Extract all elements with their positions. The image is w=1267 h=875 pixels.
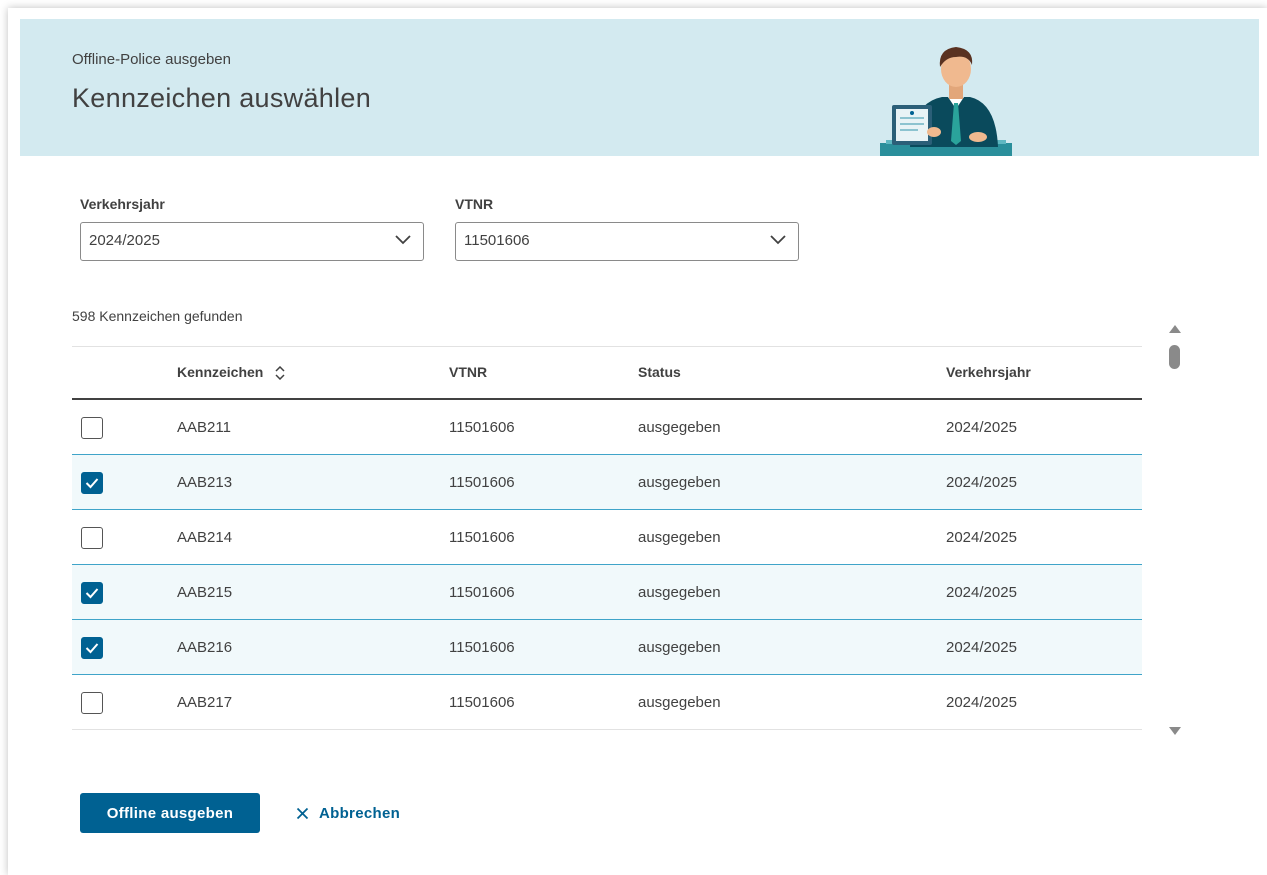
cell-kennzeichen: AAB216 bbox=[177, 639, 233, 656]
table-row[interactable]: AAB216 11501606 ausgegeben 2024/2025 bbox=[72, 620, 1142, 675]
vtnr-select-value: 11501606 bbox=[464, 232, 530, 249]
cancel-button[interactable]: Abbrechen bbox=[296, 803, 400, 823]
plates-table: Kennzeichen VTNR Status Verkehrsjahr AAB… bbox=[72, 346, 1142, 730]
cell-vtnr: 11501606 bbox=[449, 419, 515, 436]
row-checkbox[interactable] bbox=[81, 582, 103, 604]
cell-status: ausgegeben bbox=[638, 694, 721, 711]
cell-kennzeichen: AAB217 bbox=[177, 694, 233, 711]
cell-status: ausgegeben bbox=[638, 584, 721, 601]
cell-vtnr: 11501606 bbox=[449, 694, 515, 711]
cell-status: ausgegeben bbox=[638, 419, 721, 436]
checkmark-icon bbox=[85, 588, 99, 599]
column-header-kennzeichen[interactable]: Kennzeichen bbox=[177, 364, 285, 381]
vtnr-select[interactable]: 11501606 bbox=[455, 222, 799, 261]
row-checkbox[interactable] bbox=[81, 472, 103, 494]
cell-status: ausgegeben bbox=[638, 474, 721, 491]
chevron-down-icon bbox=[395, 235, 411, 245]
cell-verkehrsjahr: 2024/2025 bbox=[946, 419, 1017, 436]
page-header-banner: Offline-Police ausgeben Kennzeichen ausw… bbox=[20, 19, 1259, 156]
page-title: Kennzeichen auswählen bbox=[72, 83, 372, 113]
cell-kennzeichen: AAB211 bbox=[177, 419, 231, 436]
cell-verkehrsjahr: 2024/2025 bbox=[946, 584, 1017, 601]
scrollbar-thumb[interactable] bbox=[1169, 345, 1180, 369]
table-row[interactable]: AAB214 11501606 ausgegeben 2024/2025 bbox=[72, 510, 1142, 565]
scroll-down-arrow-icon[interactable] bbox=[1168, 726, 1182, 736]
results-count: 598 Kennzeichen gefunden bbox=[72, 308, 243, 324]
year-select[interactable]: 2024/2025 bbox=[80, 222, 424, 261]
cell-verkehrsjahr: 2024/2025 bbox=[946, 639, 1017, 656]
cell-status: ausgegeben bbox=[638, 639, 721, 656]
table-row[interactable]: AAB211 11501606 ausgegeben 2024/2025 bbox=[72, 400, 1142, 455]
cell-verkehrsjahr: 2024/2025 bbox=[946, 694, 1017, 711]
cell-kennzeichen: AAB215 bbox=[177, 584, 233, 601]
cell-verkehrsjahr: 2024/2025 bbox=[946, 474, 1017, 491]
scroll-up-arrow-icon[interactable] bbox=[1168, 324, 1182, 334]
table-row[interactable]: AAB213 11501606 ausgegeben 2024/2025 bbox=[72, 455, 1142, 510]
page-supertitle: Offline-Police ausgeben bbox=[72, 51, 231, 68]
cell-vtnr: 11501606 bbox=[449, 584, 515, 601]
cell-verkehrsjahr: 2024/2025 bbox=[946, 529, 1017, 546]
table-header: Kennzeichen VTNR Status Verkehrsjahr bbox=[72, 346, 1142, 400]
row-checkbox[interactable] bbox=[81, 637, 103, 659]
cell-kennzeichen: AAB214 bbox=[177, 529, 233, 546]
year-select-value: 2024/2025 bbox=[89, 232, 160, 249]
row-checkbox[interactable] bbox=[81, 417, 103, 439]
offline-issue-button[interactable]: Offline ausgeben bbox=[80, 793, 260, 833]
cell-kennzeichen: AAB213 bbox=[177, 474, 233, 491]
vtnr-filter-label: VTNR bbox=[455, 196, 494, 212]
close-icon bbox=[296, 807, 309, 819]
column-header-vtnr: VTNR bbox=[449, 364, 488, 380]
cell-vtnr: 11501606 bbox=[449, 529, 515, 546]
row-checkbox[interactable] bbox=[81, 692, 103, 714]
chevron-down-icon bbox=[770, 235, 786, 245]
cell-vtnr: 11501606 bbox=[449, 474, 515, 491]
sort-icon[interactable] bbox=[275, 366, 285, 381]
table-row[interactable]: AAB215 11501606 ausgegeben 2024/2025 bbox=[72, 565, 1142, 620]
year-filter-label: Verkehrsjahr bbox=[80, 196, 165, 212]
row-checkbox[interactable] bbox=[81, 527, 103, 549]
checkmark-icon bbox=[85, 643, 99, 654]
agent-illustration bbox=[880, 47, 1012, 156]
cell-vtnr: 11501606 bbox=[449, 639, 515, 656]
cell-status: ausgegeben bbox=[638, 529, 721, 546]
column-header-verkehrsjahr: Verkehrsjahr bbox=[946, 364, 1031, 380]
checkmark-icon bbox=[85, 478, 99, 489]
table-row[interactable]: AAB217 11501606 ausgegeben 2024/2025 bbox=[72, 675, 1142, 730]
cancel-button-label: Abbrechen bbox=[319, 804, 401, 822]
column-header-status: Status bbox=[638, 364, 681, 380]
